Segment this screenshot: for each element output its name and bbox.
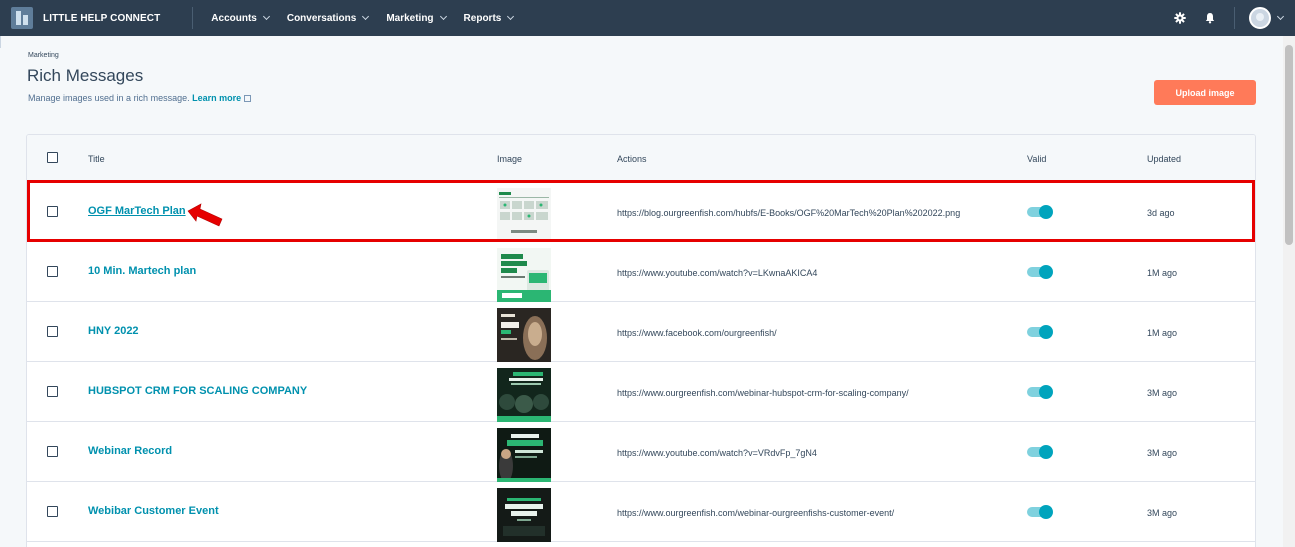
row-title-link[interactable]: 10 Min. Martech plan [88, 265, 196, 277]
nav-divider [1234, 7, 1235, 29]
top-navigation-bar: LITTLE HELP CONNECT Accounts Conversatio… [0, 0, 1295, 36]
nav-item-conversations[interactable]: Conversations [286, 12, 370, 24]
updated-time: 3M ago [1147, 448, 1178, 458]
page-title: Rich Messages [27, 66, 144, 85]
divider [0, 36, 1, 48]
updated-time: 3d ago [1147, 208, 1175, 218]
nav-divider [192, 7, 194, 29]
table-row: 10 Min. Martech plan https://www.youtube… [27, 242, 1255, 302]
row-checkbox[interactable] [47, 266, 58, 277]
image-thumbnail[interactable] [497, 488, 551, 542]
page-description: Manage images used in a rich message. Le… [28, 93, 252, 103]
row-title-link[interactable]: Webinar Record [88, 445, 172, 457]
valid-toggle[interactable] [1027, 205, 1053, 219]
description-text: Manage images used in a rich message. [28, 93, 190, 103]
gear-icon[interactable] [1174, 12, 1186, 24]
chevron-down-icon [507, 12, 515, 21]
toggle-knob [1039, 325, 1053, 339]
column-header-title[interactable]: Title [88, 154, 105, 164]
learn-more-link[interactable]: Learn more [192, 93, 241, 103]
brand-name: LITTLE HELP CONNECT [43, 12, 161, 24]
nav-right-controls [1174, 0, 1295, 36]
row-title-link[interactable]: HNY 2022 [88, 325, 139, 337]
upload-image-button[interactable]: Upload image [1154, 80, 1256, 105]
table-header: Title Image Actions Valid Updated [27, 135, 1255, 183]
select-all-checkbox[interactable] [47, 152, 58, 163]
row-checkbox[interactable] [47, 446, 58, 457]
table-row: Webinar Record https://www.youtube.com/w… [27, 422, 1255, 482]
toggle-knob [1039, 385, 1053, 399]
image-thumbnail[interactable] [497, 188, 551, 242]
action-url: https://www.ourgreenfish.com/webinar-hub… [617, 388, 909, 398]
updated-time: 1M ago [1147, 328, 1178, 338]
chevron-down-icon [362, 12, 370, 21]
nav-item-label: Reports [463, 12, 502, 24]
column-header-updated[interactable]: Updated [1147, 154, 1181, 164]
valid-toggle[interactable] [1027, 445, 1053, 459]
updated-time: 3M ago [1147, 388, 1178, 398]
row-checkbox[interactable] [47, 506, 58, 517]
nav-item-label: Accounts [211, 12, 257, 24]
action-url: https://www.youtube.com/watch?v=LKwnaAKI… [617, 268, 818, 278]
pointer-arrow-icon [187, 203, 223, 227]
external-link-icon [244, 95, 252, 102]
row-title-link[interactable]: OGF MarTech Plan [88, 205, 186, 217]
chevron-down-icon[interactable] [1276, 12, 1285, 21]
image-thumbnail[interactable] [497, 248, 551, 302]
valid-toggle[interactable] [1027, 265, 1053, 279]
valid-toggle[interactable] [1027, 505, 1053, 519]
toggle-knob [1039, 205, 1053, 219]
row-checkbox[interactable] [47, 386, 58, 397]
table-row: Webibar Customer Event https://www.ourgr… [27, 482, 1255, 542]
table-row: HUBSPOT CRM FOR SCALING COMPANY https://… [27, 362, 1255, 422]
bell-icon[interactable] [1204, 12, 1216, 24]
image-thumbnail[interactable] [497, 308, 551, 362]
nav-item-reports[interactable]: Reports [463, 12, 515, 24]
breadcrumb[interactable]: Marketing [28, 52, 59, 59]
chevron-down-icon [262, 12, 270, 21]
avatar[interactable] [1249, 7, 1271, 29]
toggle-knob [1039, 445, 1053, 459]
toggle-knob [1039, 265, 1053, 279]
table-row: HNY 2022 https://www.facebook.com/ourgre… [27, 302, 1255, 362]
valid-toggle[interactable] [1027, 385, 1053, 399]
row-title-link[interactable]: HUBSPOT CRM FOR SCALING COMPANY [88, 385, 307, 397]
nav-item-accounts[interactable]: Accounts [211, 12, 270, 24]
updated-time: 3M ago [1147, 508, 1178, 518]
action-url: https://www.ourgreenfish.com/webinar-our… [617, 508, 895, 518]
row-checkbox[interactable] [47, 326, 58, 337]
column-header-valid: Valid [1027, 154, 1047, 164]
nav-item-marketing[interactable]: Marketing [386, 12, 447, 24]
column-header-actions: Actions [617, 154, 647, 164]
row-title-link[interactable]: Webibar Customer Event [88, 505, 219, 517]
scrollbar-thumb[interactable] [1285, 45, 1293, 245]
nav-item-label: Marketing [386, 12, 434, 24]
row-checkbox[interactable] [47, 206, 58, 217]
brand-logo-icon[interactable] [11, 7, 33, 29]
nav-item-label: Conversations [286, 12, 357, 24]
column-header-image: Image [497, 154, 523, 164]
action-url: https://www.facebook.com/ourgreenfish/ [617, 328, 777, 338]
valid-toggle[interactable] [1027, 325, 1053, 339]
toggle-knob [1039, 505, 1053, 519]
action-url: https://www.youtube.com/watch?v=VRdvFp_7… [617, 448, 817, 458]
action-url: https://blog.ourgreenfish.com/hubfs/E-Bo… [617, 208, 961, 218]
chevron-down-icon [439, 12, 447, 21]
image-thumbnail[interactable] [497, 368, 551, 422]
updated-time: 1M ago [1147, 268, 1178, 278]
image-thumbnail[interactable] [497, 428, 551, 482]
rich-messages-table: Title Image Actions Valid Updated OGF Ma… [26, 134, 1256, 547]
